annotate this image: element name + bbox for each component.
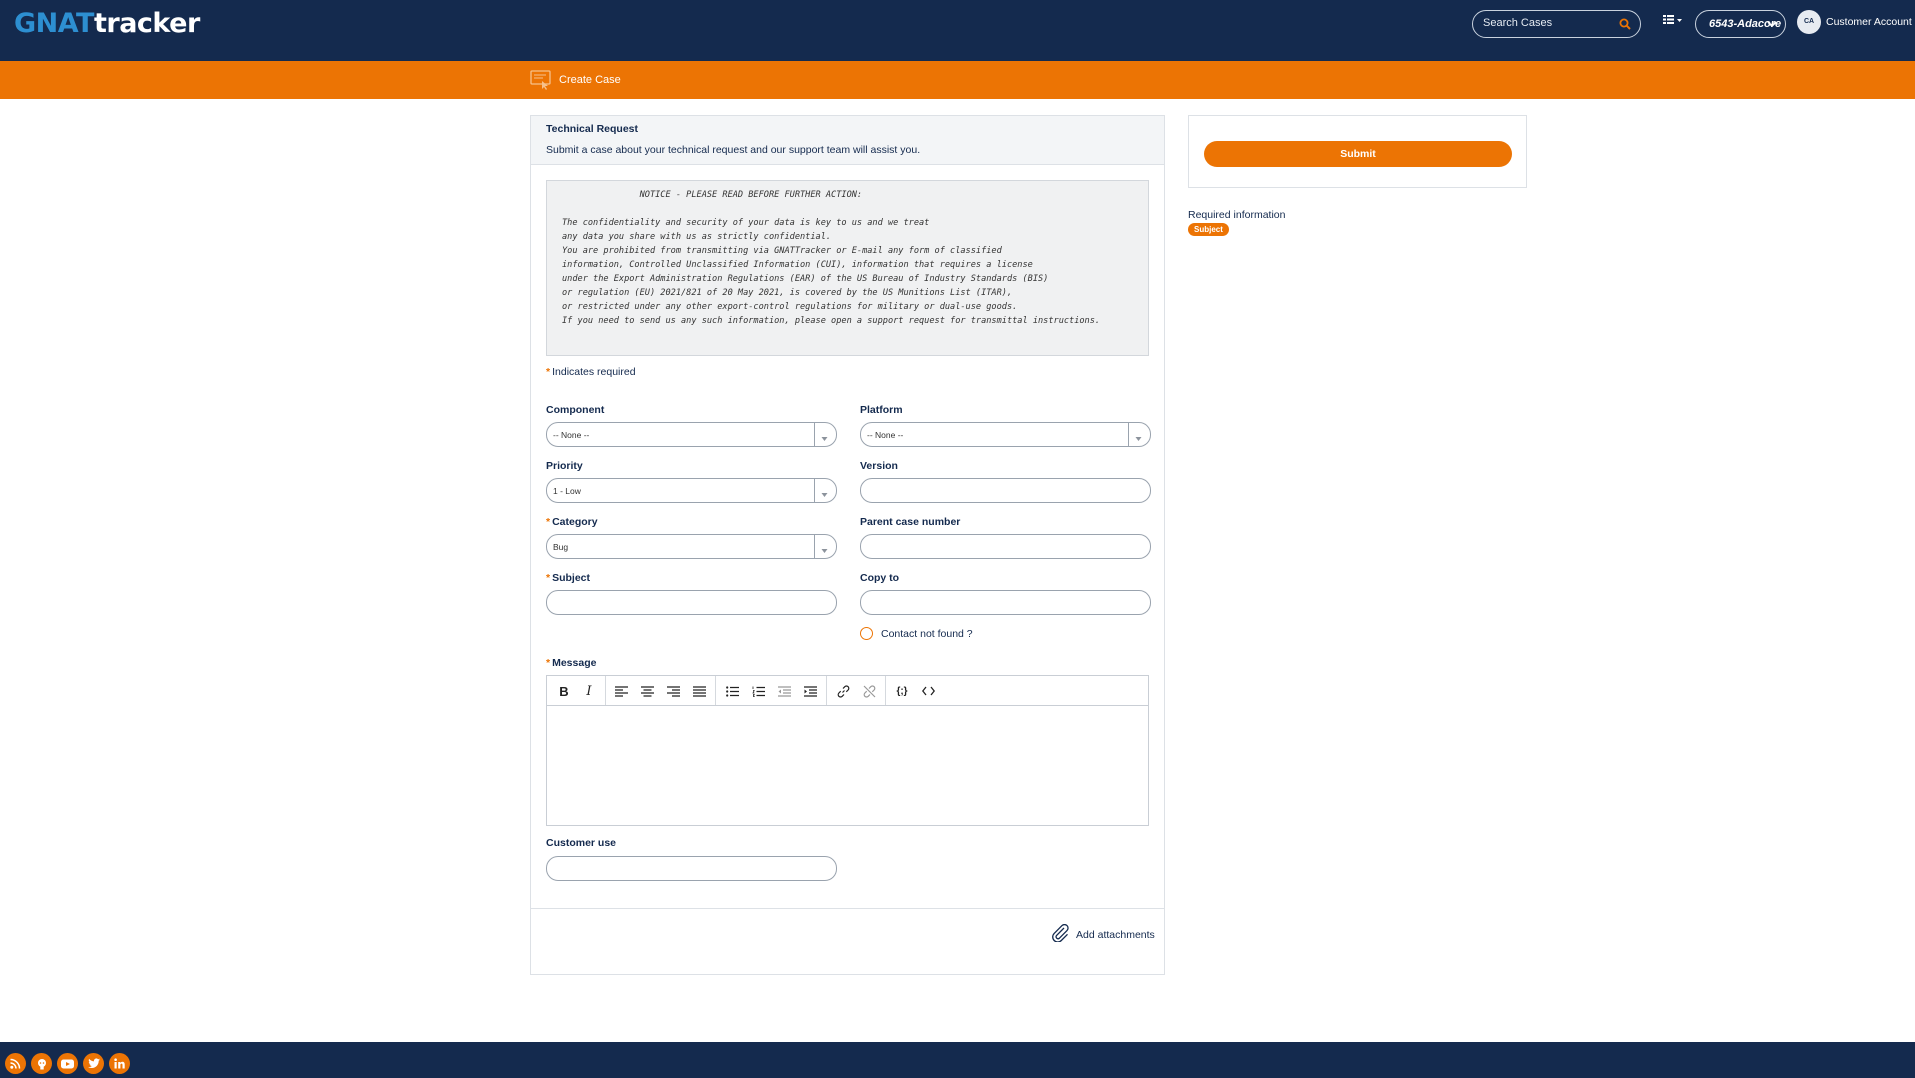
chevron-down-icon: [1767, 19, 1777, 32]
github-icon[interactable]: [31, 1053, 52, 1074]
subject-label: * Subject: [546, 572, 590, 584]
search-icon[interactable]: [1619, 18, 1631, 33]
required-note: * Indicates required: [546, 366, 636, 378]
align-center-icon[interactable]: [639, 683, 655, 699]
version-label: Version: [860, 460, 898, 472]
component-value: -- None --: [553, 430, 590, 440]
indent-icon[interactable]: [802, 683, 818, 699]
align-justify-icon[interactable]: [691, 683, 707, 699]
select-divider: [814, 535, 815, 558]
apps-menu-button[interactable]: [1663, 14, 1683, 29]
logo-tracker-text: tracker: [93, 8, 200, 39]
gnattracker-logo[interactable]: GNATtracker: [14, 8, 200, 39]
italic-icon[interactable]: I: [581, 683, 597, 699]
customer-use-label: Customer use: [546, 837, 617, 849]
required-note-text: Indicates required: [552, 366, 636, 378]
toolbar-divider: [605, 676, 606, 705]
technical-request-panel: Technical Request Submit a case about yo…: [530, 115, 1165, 975]
avatar[interactable]: CA: [1797, 10, 1821, 34]
unlink-icon[interactable]: [861, 683, 877, 699]
contact-not-found-label[interactable]: Contact not found ?: [881, 628, 973, 640]
message-label: * Message: [546, 657, 596, 669]
code-block-icon[interactable]: {;}: [894, 683, 910, 699]
editor-toolbar: B I {;}: [547, 676, 1148, 706]
toolbar-divider: [715, 676, 716, 705]
submit-panel: Submit: [1188, 115, 1527, 188]
footer-bar: [0, 1042, 1915, 1078]
top-header: GNATtracker 6543-Adacore CA Customer Acc…: [0, 0, 1915, 61]
search-box[interactable]: [1472, 10, 1641, 38]
subject-input[interactable]: [546, 590, 837, 615]
align-right-icon[interactable]: [665, 683, 681, 699]
priority-label: Priority: [546, 460, 583, 472]
bold-icon[interactable]: B: [556, 683, 572, 699]
panel-subtitle: Submit a case about your technical reque…: [546, 144, 921, 156]
toolbar-divider: [826, 676, 827, 705]
category-select[interactable]: Bug: [546, 534, 837, 559]
message-textarea[interactable]: [547, 707, 1148, 825]
message-label-text: Message: [552, 657, 597, 669]
panel-header: Technical Request Submit a case about yo…: [531, 116, 1164, 165]
priority-value: 1 - Low: [553, 486, 581, 496]
select-divider: [814, 423, 815, 446]
parent-case-input[interactable]: [860, 534, 1151, 559]
bullet-list-icon[interactable]: [724, 683, 740, 699]
select-divider: [814, 479, 815, 502]
toolbar-divider: [885, 676, 886, 705]
parent-case-label: Parent case number: [860, 516, 961, 528]
category-label-text: Category: [552, 516, 598, 528]
add-attachments-label[interactable]: Add attachments: [1076, 929, 1155, 941]
submit-button[interactable]: Submit: [1204, 141, 1512, 167]
youtube-icon[interactable]: [57, 1053, 78, 1074]
nav-bar: Create Case: [0, 61, 1915, 99]
contact-not-found-radio[interactable]: [860, 627, 873, 640]
logo-gnat-text: GNAT: [14, 8, 94, 39]
category-label: * Category: [546, 516, 598, 528]
subject-label-text: Subject: [552, 572, 591, 584]
platform-value: -- None --: [867, 430, 904, 440]
required-star: *: [546, 366, 551, 378]
rss-icon[interactable]: [5, 1053, 26, 1074]
numbered-list-icon[interactable]: [750, 683, 766, 699]
paperclip-icon: [1050, 923, 1070, 945]
outdent-icon[interactable]: [776, 683, 792, 699]
create-case-icon[interactable]: [530, 69, 552, 94]
priority-select[interactable]: 1 - Low: [546, 478, 837, 503]
required-star: *: [546, 657, 551, 669]
link-icon[interactable]: [835, 683, 851, 699]
export-notice: NOTICE - PLEASE READ BEFORE FURTHER ACTI…: [546, 180, 1149, 356]
create-case-link[interactable]: Create Case: [559, 74, 621, 86]
dropdown-arrow-icon: [821, 487, 828, 501]
required-field-badge[interactable]: Subject: [1188, 223, 1229, 236]
select-divider: [1128, 423, 1129, 446]
category-value: Bug: [553, 542, 569, 552]
customer-use-input[interactable]: [546, 856, 837, 881]
panel-divider: [531, 908, 1164, 909]
platform-label: Platform: [860, 404, 903, 416]
add-attachments-link[interactable]: Add attachments: [1050, 923, 1155, 945]
grid-list-icon: [1663, 15, 1682, 24]
copy-to-input[interactable]: [860, 590, 1151, 615]
source-code-icon[interactable]: [920, 683, 936, 699]
dropdown-arrow-icon: [1135, 431, 1142, 445]
component-select[interactable]: -- None --: [546, 422, 837, 447]
dropdown-arrow-icon: [821, 431, 828, 445]
version-input[interactable]: [860, 478, 1151, 503]
linkedin-icon[interactable]: [109, 1053, 130, 1074]
required-info-label: Required information: [1188, 209, 1286, 221]
copy-to-label: Copy to: [860, 572, 900, 584]
required-star: *: [546, 572, 551, 584]
component-label: Component: [546, 404, 605, 416]
account-select[interactable]: 6543-Adacore: [1695, 10, 1786, 38]
platform-select[interactable]: -- None --: [860, 422, 1151, 447]
align-left-icon[interactable]: [613, 683, 629, 699]
twitter-icon[interactable]: [83, 1053, 104, 1074]
search-input[interactable]: [1483, 17, 1613, 29]
user-name[interactable]: Customer Account: [1826, 16, 1912, 28]
message-editor: B I {;}: [546, 675, 1149, 826]
required-star: *: [546, 516, 551, 528]
dropdown-arrow-icon: [821, 543, 828, 557]
panel-title: Technical Request: [546, 123, 638, 135]
